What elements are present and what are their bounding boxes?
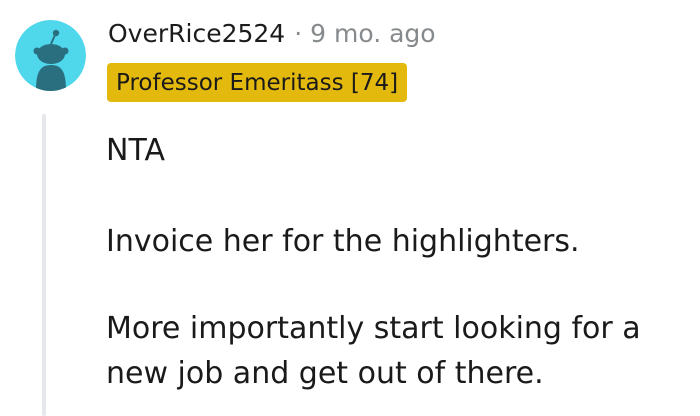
comment-timestamp[interactable]: 9 mo. ago	[310, 19, 435, 48]
comment: OverRice2524 · 9 mo. ago Professor Emeri…	[0, 0, 700, 416]
comment-paragraph: NTA	[106, 133, 165, 168]
user-avatar[interactable]	[15, 20, 86, 91]
reddit-snoo-avatar-icon	[15, 20, 86, 91]
username-link[interactable]: OverRice2524	[108, 19, 285, 48]
comment-meta: OverRice2524 · 9 mo. ago	[108, 18, 436, 48]
comment-paragraph: More importantly start looking for a	[106, 311, 641, 346]
user-flair: Professor Emeritass [74]	[107, 63, 408, 102]
meta-separator: ·	[294, 18, 303, 48]
thread-collapse-line[interactable]	[42, 114, 46, 416]
comment-paragraph: Invoice her for the highlighters.	[106, 224, 580, 259]
comment-paragraph: new job and get out of there.	[106, 356, 544, 391]
